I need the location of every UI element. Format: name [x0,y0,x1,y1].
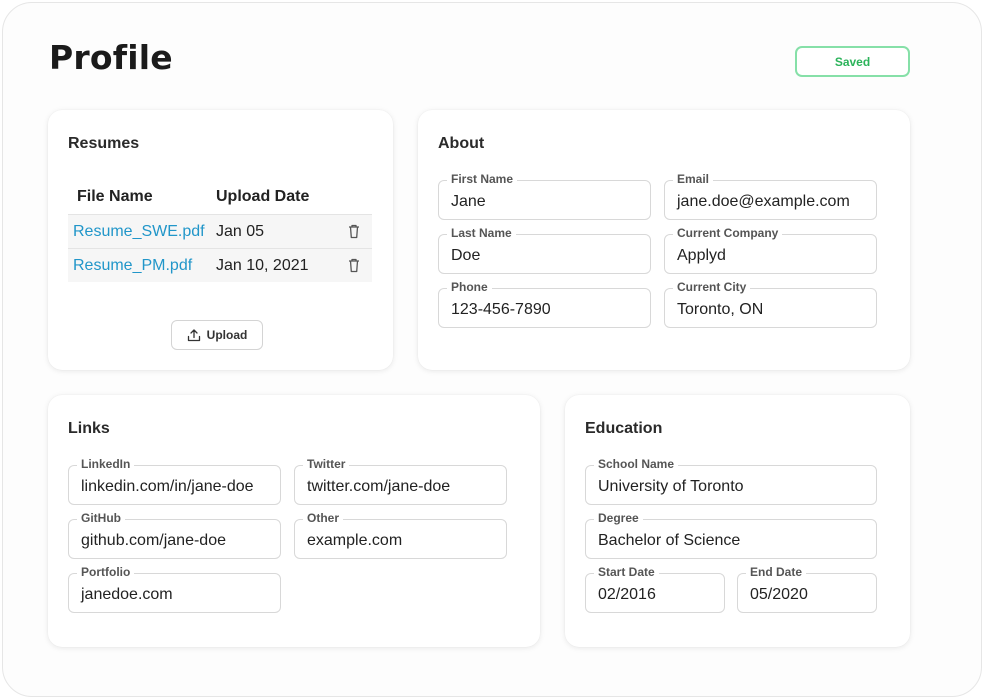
last-name-field[interactable]: Last Name Doe [438,226,651,274]
github-field[interactable]: GitHub github.com/jane-doe [68,511,281,559]
field-value: University of Toronto [598,478,744,495]
column-header-upload-date: Upload Date [216,188,310,205]
field-value: jane.doe@example.com [677,193,850,210]
upload-icon [187,329,200,342]
phone-field[interactable]: Phone 123-456-7890 [438,280,651,328]
start-date-field[interactable]: Start Date 02/2016 [585,565,725,613]
resume-file-link[interactable]: Resume_PM.pdf [73,257,192,275]
field-label: Phone [447,280,492,294]
email-field[interactable]: Email jane.doe@example.com [664,172,877,220]
field-label: Last Name [447,226,516,240]
resume-upload-date: Jan 10, 2021 [216,257,309,274]
field-label: LinkedIn [77,457,135,471]
upload-button[interactable]: Upload [171,320,263,350]
column-header-file-name: File Name [77,188,153,205]
field-value: linkedin.com/in/jane-doe [81,478,254,495]
field-value: janedoe.com [81,586,173,603]
field-label: Degree [594,511,643,525]
upload-label: Upload [206,328,248,342]
resume-upload-date: Jan 05 [216,223,265,240]
field-value: 123-456-7890 [451,301,551,318]
resumes-card: Resumes File Name Upload Date Resume_SWE… [48,110,393,370]
links-card: Links LinkedIn linkedin.com/in/jane-doe … [48,395,540,647]
field-value: Applyd [677,247,726,264]
first-name-field[interactable]: First Name Jane [438,172,651,220]
field-value: example.com [307,532,403,549]
links-title: Links [68,420,110,437]
field-label: End Date [746,565,807,579]
field-label: School Name [594,457,679,471]
trash-icon[interactable] [347,257,361,273]
education-card: Education School Name University of Toro… [565,395,910,647]
trash-icon[interactable] [347,223,361,239]
field-value: github.com/jane-doe [81,532,226,549]
end-date-field[interactable]: End Date 05/2020 [737,565,877,613]
linkedin-field[interactable]: LinkedIn linkedin.com/in/jane-doe [68,457,281,505]
field-value: 02/2016 [598,586,656,603]
field-label: Portfolio [77,565,135,579]
field-label: Other [303,511,344,525]
about-title: About [438,135,485,152]
school-name-field[interactable]: School Name University of Toronto [585,457,877,505]
current-company-field[interactable]: Current Company Applyd [664,226,877,274]
about-card: About First Name Jane Email jane.doe@exa… [418,110,910,370]
field-label: Current Company [673,226,783,240]
field-value: Toronto, ON [677,301,764,318]
field-label: Twitter [303,457,350,471]
field-label: Current City [673,280,751,294]
saved-status-badge: Saved [795,46,910,77]
resumes-title: Resumes [68,135,140,152]
field-value: Bachelor of Science [598,532,741,549]
other-link-field[interactable]: Other example.com [294,511,507,559]
field-value: twitter.com/jane-doe [307,478,451,495]
table-row: Resume_PM.pdf Jan 10, 2021 [68,249,372,282]
twitter-field[interactable]: Twitter twitter.com/jane-doe [294,457,507,505]
field-label: GitHub [77,511,125,525]
field-value: Doe [451,247,481,264]
resume-file-link[interactable]: Resume_SWE.pdf [73,223,205,241]
current-city-field[interactable]: Current City Toronto, ON [664,280,877,328]
field-value: Jane [451,193,486,210]
table-row: Resume_SWE.pdf Jan 05 [68,215,372,248]
field-label: First Name [447,172,518,186]
field-label: Email [673,172,714,186]
field-value: 05/2020 [750,586,808,603]
degree-field[interactable]: Degree Bachelor of Science [585,511,877,559]
page-title: Profile [49,38,173,77]
field-label: Start Date [594,565,659,579]
education-title: Education [585,420,663,437]
portfolio-field[interactable]: Portfolio janedoe.com [68,565,281,613]
